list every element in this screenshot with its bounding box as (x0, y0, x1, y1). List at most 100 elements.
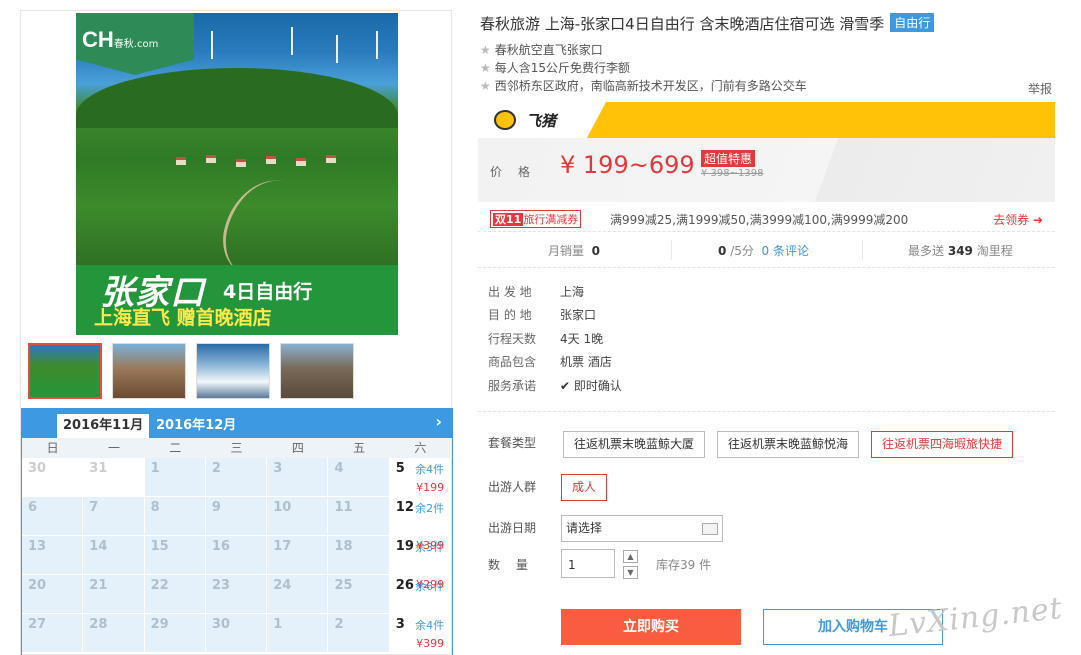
day-number: 12 (395, 500, 414, 515)
windmill-icon (336, 35, 338, 63)
quantity-input[interactable]: 1 (561, 549, 615, 578)
thumbnail-1[interactable] (28, 343, 102, 399)
calendar-day-available[interactable]: 3 余4件 ¥399 (389, 614, 452, 653)
product-title: 春秋旅游 上海-张家口4日自由行 含末晚酒店住宿可选 滑雪季 自由行 (480, 13, 935, 34)
day-number: 19 (395, 539, 414, 554)
calendar-day: 10 (267, 497, 329, 536)
day-number: 29 (150, 617, 169, 632)
day-number: 20 (28, 578, 47, 593)
calendar-day: 31 (83, 458, 145, 497)
quantity-down-button[interactable]: ▼ (623, 566, 638, 579)
feature-item: ★ 春秋航空直飞张家口 (480, 43, 603, 57)
discount-text: 满999减25,满1999减50,满3999减100,满9999减200 (610, 213, 909, 227)
original-price: ¥ 398~1398 (701, 168, 764, 179)
trip-info: 出 发 地上海 目 的 地张家口 行程天数 4天 1晚 商品包含 机票 酒店 服务承… (488, 284, 622, 401)
day-price: ¥399 (416, 637, 445, 650)
calendar-header: 2016年11月 2016年12月 › (22, 409, 452, 438)
calendar-day-available[interactable]: 12 余2件 (389, 497, 452, 536)
tab-month-dec[interactable]: 2016年12月 (150, 414, 242, 438)
chevron-right-icon[interactable]: › (435, 412, 442, 431)
calendar-day: 20 (22, 575, 84, 614)
thumbnail-3[interactable] (196, 343, 270, 399)
weekday-label: 三 (230, 441, 243, 455)
calendar-day: 14 (83, 536, 145, 575)
weekday-label: 一 (107, 441, 120, 455)
reviews-link[interactable]: 0 条评论 (762, 244, 809, 258)
travel-date-input[interactable]: 请选择 (561, 515, 723, 542)
calendar-day: 9 (205, 497, 268, 536)
calendar-day: 11 (328, 497, 390, 536)
weekday-label: 日 (46, 441, 59, 455)
package-option-2[interactable]: 往返机票末晚蓝鲸悦海 (717, 431, 860, 458)
price-value: ¥ 199~699 (560, 151, 695, 179)
calendar-day: 2 (328, 614, 390, 653)
package-option-3[interactable]: 往返机票四海暇旅快捷 (871, 431, 1014, 458)
thumbnail-2[interactable] (112, 343, 186, 399)
promo-bar: 飞猪 (478, 102, 1055, 138)
calendar-day: 25 (328, 575, 390, 614)
weekday-label: 六 (414, 441, 427, 455)
calendar-day: 4 (328, 458, 390, 497)
day-stock: 余2件 (415, 502, 445, 515)
info-destination: 目 的 地张家口 (488, 308, 597, 323)
calendar-day: 8 (144, 497, 206, 536)
image-subhead: 4日自由行 (223, 281, 313, 303)
report-link[interactable]: 举报 (1028, 80, 1052, 97)
day-number: 22 (150, 578, 169, 593)
day-number: 24 (273, 578, 292, 593)
day-number: 27 (28, 617, 47, 632)
calendar-day: 29 (144, 614, 206, 653)
thumbnail-4[interactable] (280, 343, 354, 399)
windmill-icon (376, 31, 378, 59)
calendar-day: 2 (205, 458, 268, 497)
day-number: 1 (150, 461, 160, 476)
calendar-day: 27 (22, 614, 84, 653)
calendar-icon[interactable] (702, 523, 718, 535)
day-number: 6 (28, 500, 38, 515)
windmill-icon (211, 31, 213, 59)
calendar-day: 1 (144, 458, 206, 497)
day-number: 3 (395, 617, 405, 632)
info-duration: 行程天数 4天 1晚 (488, 331, 604, 346)
buy-now-button[interactable]: 立即购买 (561, 609, 741, 645)
stock-text: 库存39 件 (656, 558, 712, 572)
product-info-panel: 春秋旅游 上海-张家口4日自由行 含末晚酒店住宿可选 滑雪季 自由行 ★ 春秋航空直… (478, 0, 1058, 655)
calendar-day-available[interactable]: 26 余6件 ¥299 (389, 575, 452, 614)
calendar-day-available[interactable]: 5 余4件 ¥199 (389, 458, 452, 497)
package-option-1[interactable]: 往返机票末晚蓝鲸大厦 (563, 431, 706, 458)
product-main-image: CH春秋.com 张家口 4日自由行 上海直飞 赠首晚酒店 (76, 13, 398, 335)
day-number: 25 (334, 578, 353, 593)
village-shape (166, 153, 366, 175)
day-number: 26 (395, 578, 414, 593)
star-icon: ★ (480, 79, 491, 93)
calendar-weekdays: 日一二三四五六 (22, 438, 452, 458)
check-circle-icon: ✔ (560, 378, 571, 393)
day-stock: 余4件 (415, 463, 445, 476)
day-price: ¥399 (416, 539, 445, 552)
day-number: 1 (273, 617, 283, 632)
day-price: ¥299 (416, 578, 445, 591)
get-coupon-link[interactable]: 去领券 ➜ (993, 211, 1043, 228)
thumbnail-strip (28, 343, 358, 401)
gallery-panel: CH春秋.com 张家口 4日自由行 上海直飞 赠首晚酒店 2016年11月 2… (20, 10, 453, 655)
date-calendar: 2016年11月 2016年12月 › 日一二三四五六 30 31 1 2 3 4 5 余4件… (21, 408, 453, 655)
day-number: 9 (211, 500, 221, 515)
calendar-day-available[interactable]: 19 余3件 ¥399 (389, 536, 452, 575)
people-option-adult[interactable]: 成人 (561, 474, 608, 501)
calendar-day: 13 (22, 536, 84, 575)
calendar-day: 15 (144, 536, 206, 575)
people-label: 出游人群 (488, 480, 537, 494)
quantity-up-button[interactable]: ▲ (623, 550, 638, 563)
package-label: 套餐类型 (488, 436, 537, 450)
deal-badge: 超值特惠 (701, 150, 756, 167)
rating: 0 /5分 0 条评论 (718, 244, 809, 258)
calendar-grid: 30 31 1 2 3 4 5 余4件 ¥199 6 7 8 9 10 11 12 余2件 13 14 15 16 17 1… (22, 458, 452, 653)
day-price: ¥199 (416, 481, 445, 494)
weekday-label: 四 (291, 441, 304, 455)
calendar-day: 16 (205, 536, 268, 575)
day-number: 23 (211, 578, 230, 593)
day-number: 11 (334, 500, 353, 515)
calendar-day: 3 (267, 458, 329, 497)
tab-month-nov[interactable]: 2016年11月 (57, 414, 150, 438)
calendar-day: 7 (83, 497, 145, 536)
